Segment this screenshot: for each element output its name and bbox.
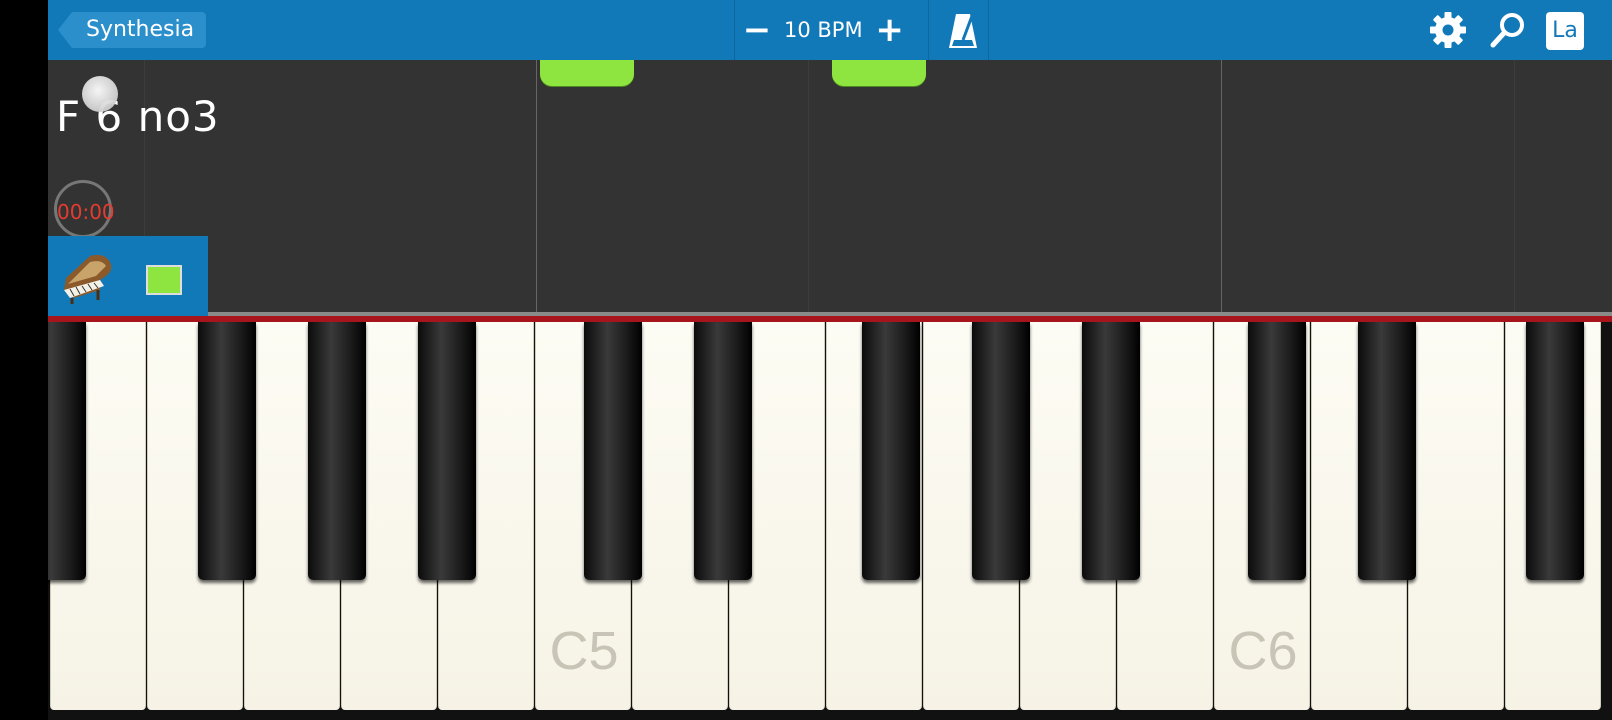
grand-piano-icon: [64, 254, 112, 304]
search-icon[interactable]: [1488, 10, 1528, 50]
tempo-control: − 10 BPM +: [734, 0, 976, 60]
settings-gear-icon[interactable]: [1428, 10, 1468, 50]
song-timer[interactable]: 00:00: [54, 180, 115, 238]
bpm-label: 10 BPM: [784, 18, 863, 42]
touch-indicator: [82, 76, 118, 112]
track-color-swatch[interactable]: [146, 265, 182, 295]
octave-gridline: [808, 60, 809, 316]
black-key[interactable]: [418, 322, 476, 580]
falling-note: [540, 60, 634, 86]
black-key[interactable]: [1082, 322, 1140, 580]
black-key[interactable]: [972, 322, 1030, 580]
white-key[interactable]: [1408, 322, 1504, 710]
back-arrow-icon: [58, 12, 72, 48]
black-key[interactable]: [198, 322, 256, 580]
increase-bpm-button[interactable]: +: [867, 10, 913, 50]
octave-gridline: [1221, 60, 1222, 316]
octave-gridline: [1514, 60, 1515, 316]
toolbar-divider: [988, 0, 989, 60]
black-key[interactable]: [584, 322, 642, 580]
chord-name-label: F 6 no3: [56, 92, 220, 141]
black-key[interactable]: [1526, 322, 1584, 580]
toolbar-divider: [928, 0, 929, 60]
black-key[interactable]: [694, 322, 752, 580]
top-toolbar: Synthesia − 10 BPM + La: [48, 0, 1612, 61]
back-button-label: Synthesia: [72, 12, 207, 48]
octave-gridline: [536, 60, 537, 316]
piano-keyboard: C5 C6: [48, 322, 1612, 720]
black-key[interactable]: [48, 322, 86, 580]
black-key[interactable]: [862, 322, 920, 580]
key-label-c6: C6: [1228, 621, 1298, 681]
track-panel[interactable]: [48, 236, 208, 316]
back-button[interactable]: Synthesia: [58, 12, 207, 48]
decrease-bpm-button[interactable]: −: [734, 10, 780, 50]
key-label-c5: C5: [549, 621, 619, 681]
language-button[interactable]: La: [1546, 12, 1584, 50]
falling-notes-area: F 6 no3 00:00: [48, 60, 1612, 316]
metronome-icon[interactable]: [946, 10, 980, 50]
black-key[interactable]: [1248, 322, 1306, 580]
falling-note: [832, 60, 926, 86]
black-key[interactable]: [1358, 322, 1416, 580]
black-key[interactable]: [308, 322, 366, 580]
